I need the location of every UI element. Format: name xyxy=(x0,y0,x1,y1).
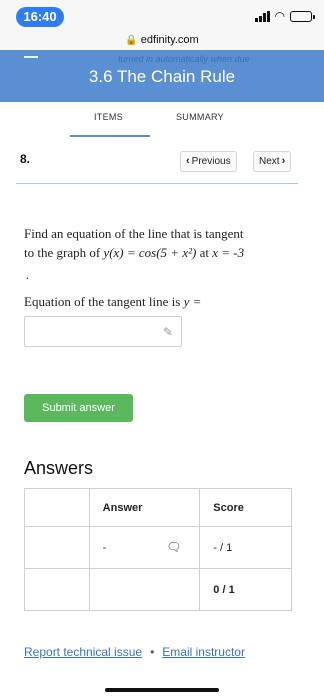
url-bar[interactable]: 🔒 edfinity.com xyxy=(0,28,324,52)
point-expression: x = -3 xyxy=(212,245,245,260)
function-expression: y(x) = cos(5 + x²) xyxy=(103,245,197,260)
report-issue-link[interactable]: Report technical issue xyxy=(24,645,142,659)
tab-bar: ITEMS SUMMARY xyxy=(0,112,324,138)
next-label: Next xyxy=(259,156,280,167)
table-row: - 🗨 - / 1 xyxy=(24,526,292,569)
tab-summary[interactable]: SUMMARY xyxy=(176,112,224,122)
battery-icon xyxy=(290,10,315,22)
answer-prompt: Equation of the tangent line is y = xyxy=(24,294,202,309)
signal-icon xyxy=(254,10,270,22)
chevron-left-icon: ‹ xyxy=(186,155,190,167)
tangent-line-input[interactable]: ✎ xyxy=(24,316,182,347)
table-cell-score: - / 1 xyxy=(199,526,292,569)
chat-icon[interactable]: 🗨 xyxy=(166,540,181,554)
footer-separator: • xyxy=(150,645,155,659)
active-tab-indicator xyxy=(70,135,150,137)
table-cell-answer: - 🗨 xyxy=(88,526,201,569)
problem-line-1: Find an equation of the line that is tan… xyxy=(24,226,244,241)
page-title: 3.6 The Chain Rule xyxy=(88,67,236,86)
course-header: turned in automatically when due 3.6 The… xyxy=(0,50,324,102)
table-header-answer: Answer xyxy=(88,488,201,527)
divider xyxy=(16,183,298,184)
table-cell-answer xyxy=(88,568,201,611)
home-indicator[interactable] xyxy=(105,688,219,692)
header-overlay-text: turned in automatically when due xyxy=(118,54,250,64)
pencil-icon[interactable]: ✎ xyxy=(163,325,173,339)
table-cell xyxy=(24,526,90,569)
tab-items[interactable]: ITEMS xyxy=(94,112,123,122)
problem-statement: Find an equation of the line that is tan… xyxy=(24,224,304,262)
answers-heading: Answers xyxy=(24,458,94,478)
previous-label: Previous xyxy=(191,156,231,167)
table-row: 0 / 1 xyxy=(24,568,292,611)
table-cell xyxy=(24,568,90,611)
chevron-right-icon: › xyxy=(281,155,286,167)
answers-table: Answer Score - 🗨 - / 1 0 / 1 xyxy=(24,488,292,611)
email-instructor-link[interactable]: Email instructor xyxy=(162,645,245,659)
table-header-blank xyxy=(24,488,90,527)
submit-answer-button[interactable]: Submit answer xyxy=(24,394,133,422)
previous-button[interactable]: ‹ Previous xyxy=(180,151,237,172)
problem-line-2: to the graph of y(x) = cos(5 + x²) at x … xyxy=(24,245,245,260)
url-text: edfinity.com xyxy=(140,34,199,46)
table-header-score: Score xyxy=(199,488,292,527)
table-cell-total-score: 0 / 1 xyxy=(199,568,292,611)
answer-variable: y = xyxy=(183,294,202,309)
menu-icon[interactable] xyxy=(24,56,38,58)
status-time: 16:40 xyxy=(16,7,64,27)
footer-links: Report technical issue • Email instructor xyxy=(24,645,245,659)
period-mark: . xyxy=(26,268,29,282)
status-icons: ◠ xyxy=(254,9,315,23)
wifi-icon: ◠ xyxy=(274,9,285,23)
next-button[interactable]: Next › xyxy=(253,151,292,172)
question-number: 8. xyxy=(20,152,31,166)
table-header-row: Answer Score xyxy=(24,488,292,527)
